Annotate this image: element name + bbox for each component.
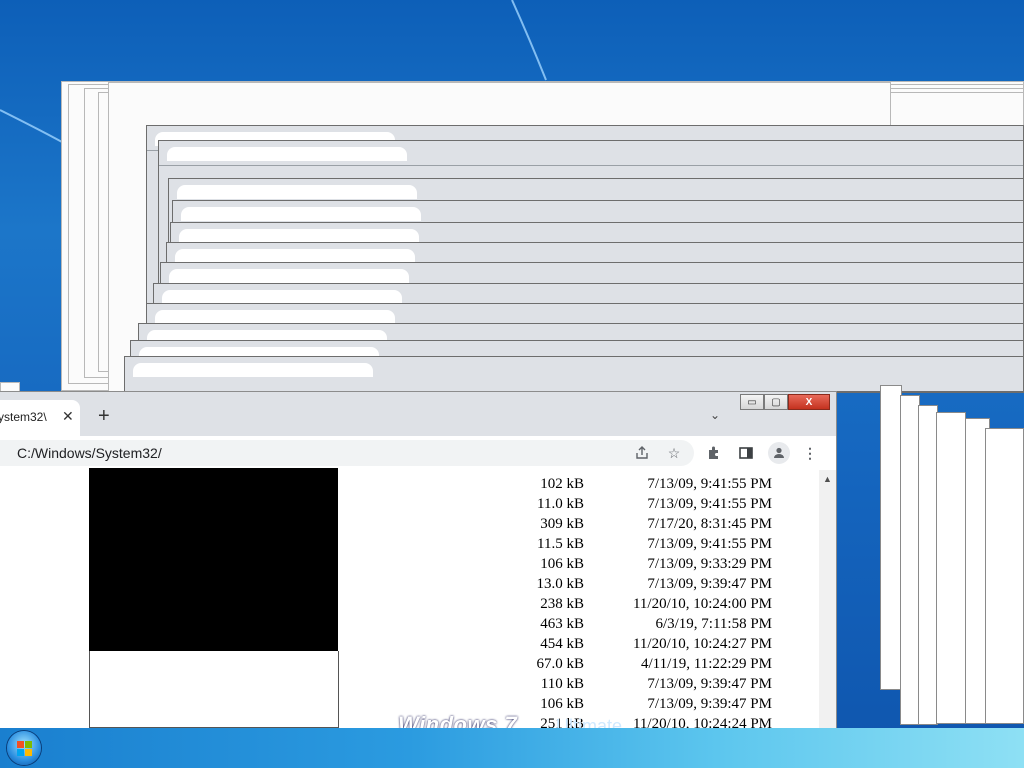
file-size: 11.0 kB (537, 496, 584, 512)
browser-window: ▭ ▢ X ystem32\ ✕ + ⌄ C:/Windows/System32… (0, 392, 836, 728)
list-item: 67.0 kB 4/11/19, 11:22:29 PM (512, 654, 772, 674)
list-item: 13.0 kB 7/13/09, 9:39:47 PM (512, 574, 772, 594)
file-size: 11.5 kB (537, 536, 584, 552)
file-date: 6/3/19, 7:11:58 PM (655, 616, 772, 632)
page-content: 102 kB 7/13/09, 9:41:55 PM 11.0 kB 7/13/09,… (0, 468, 836, 728)
list-item: 11.5 kB 7/13/09, 9:41:55 PM (512, 534, 772, 554)
address-bar[interactable]: C:/Windows/System32/ ☆ (0, 440, 694, 466)
file-size: 106 kB (540, 696, 584, 712)
file-size: 454 kB (540, 636, 584, 652)
file-date: 11/20/10, 10:24:00 PM (632, 596, 772, 612)
windows-logo-icon (25, 741, 32, 748)
browser-tab[interactable]: ystem32\ ✕ (0, 400, 80, 436)
windows-logo-icon (17, 741, 24, 748)
extensions-icon[interactable] (704, 443, 724, 463)
windows-logo-icon (17, 749, 24, 756)
new-tab-button[interactable]: + (98, 406, 110, 426)
file-size: 102 kB (540, 476, 584, 492)
file-date: 7/13/09, 9:39:47 PM (647, 676, 772, 692)
tab-title: ystem32\ (0, 410, 47, 424)
file-date: 7/13/09, 9:33:29 PM (647, 556, 772, 572)
file-date: 4/11/19, 11:22:29 PM (641, 656, 772, 672)
menu-icon[interactable]: ⋮ (800, 443, 820, 463)
close-button[interactable]: X (788, 394, 830, 410)
file-size: 13.0 kB (536, 576, 584, 592)
preview-image-lower (89, 651, 339, 728)
start-button[interactable] (7, 731, 41, 765)
list-item: 454 kB 11/20/10, 10:24:27 PM (512, 634, 772, 654)
minimize-button[interactable]: ▭ (740, 394, 764, 410)
file-size: 110 kB (540, 676, 584, 692)
chevron-down-icon[interactable]: ⌄ (710, 408, 720, 422)
file-date: 7/13/09, 9:41:55 PM (647, 496, 772, 512)
list-item: 106 kB 7/13/09, 9:39:47 PM (512, 694, 772, 714)
file-date: 11/20/10, 10:24:24 PM (632, 716, 772, 728)
window-controls: ▭ ▢ X (740, 394, 830, 410)
file-date: 7/17/20, 8:31:45 PM (647, 516, 772, 532)
maximize-button[interactable]: ▢ (764, 394, 788, 410)
windows-logo-icon (25, 749, 32, 756)
file-size: 463 kB (540, 616, 584, 632)
side-panel-icon[interactable] (736, 443, 756, 463)
file-date: 7/13/09, 9:41:55 PM (647, 476, 772, 492)
share-icon[interactable] (632, 443, 652, 463)
file-date: 7/13/09, 9:39:47 PM (647, 576, 772, 592)
list-item: 110 kB 7/13/09, 9:39:47 PM (512, 674, 772, 694)
browser-toolbar: C:/Windows/System32/ ☆ ⋮ (0, 436, 836, 471)
file-size: 106 kB (540, 556, 584, 572)
list-item: 102 kB 7/13/09, 9:41:55 PM (512, 474, 772, 494)
close-icon[interactable]: ✕ (62, 408, 74, 425)
list-item: 238 kB 11/20/10, 10:24:00 PM (512, 594, 772, 614)
list-item: 463 kB 6/3/19, 7:11:58 PM (512, 614, 772, 634)
file-date: 7/13/09, 9:41:55 PM (647, 536, 772, 552)
taskbar (0, 728, 1024, 768)
file-size: 238 kB (540, 596, 584, 612)
profile-icon[interactable] (768, 442, 790, 464)
file-size: 309 kB (540, 516, 584, 532)
star-icon[interactable]: ☆ (664, 443, 684, 463)
file-date: 11/20/10, 10:24:27 PM (632, 636, 772, 652)
scroll-up-icon[interactable]: ▲ (823, 474, 832, 484)
file-size: 67.0 kB (536, 656, 584, 672)
list-item: 309 kB 7/17/20, 8:31:45 PM (512, 514, 772, 534)
file-date: 7/13/09, 9:39:47 PM (647, 696, 772, 712)
list-item: 11.0 kB 7/13/09, 9:41:55 PM (512, 494, 772, 514)
preview-image (89, 468, 338, 651)
vertical-scrollbar[interactable]: ▲ (819, 470, 836, 728)
address-bar-value: C:/Windows/System32/ (17, 445, 162, 461)
list-item: 251 kB 11/20/10, 10:24:24 PM (512, 714, 772, 728)
file-list: 102 kB 7/13/09, 9:41:55 PM 11.0 kB 7/13/09,… (512, 474, 772, 728)
list-item: 106 kB 7/13/09, 9:33:29 PM (512, 554, 772, 574)
